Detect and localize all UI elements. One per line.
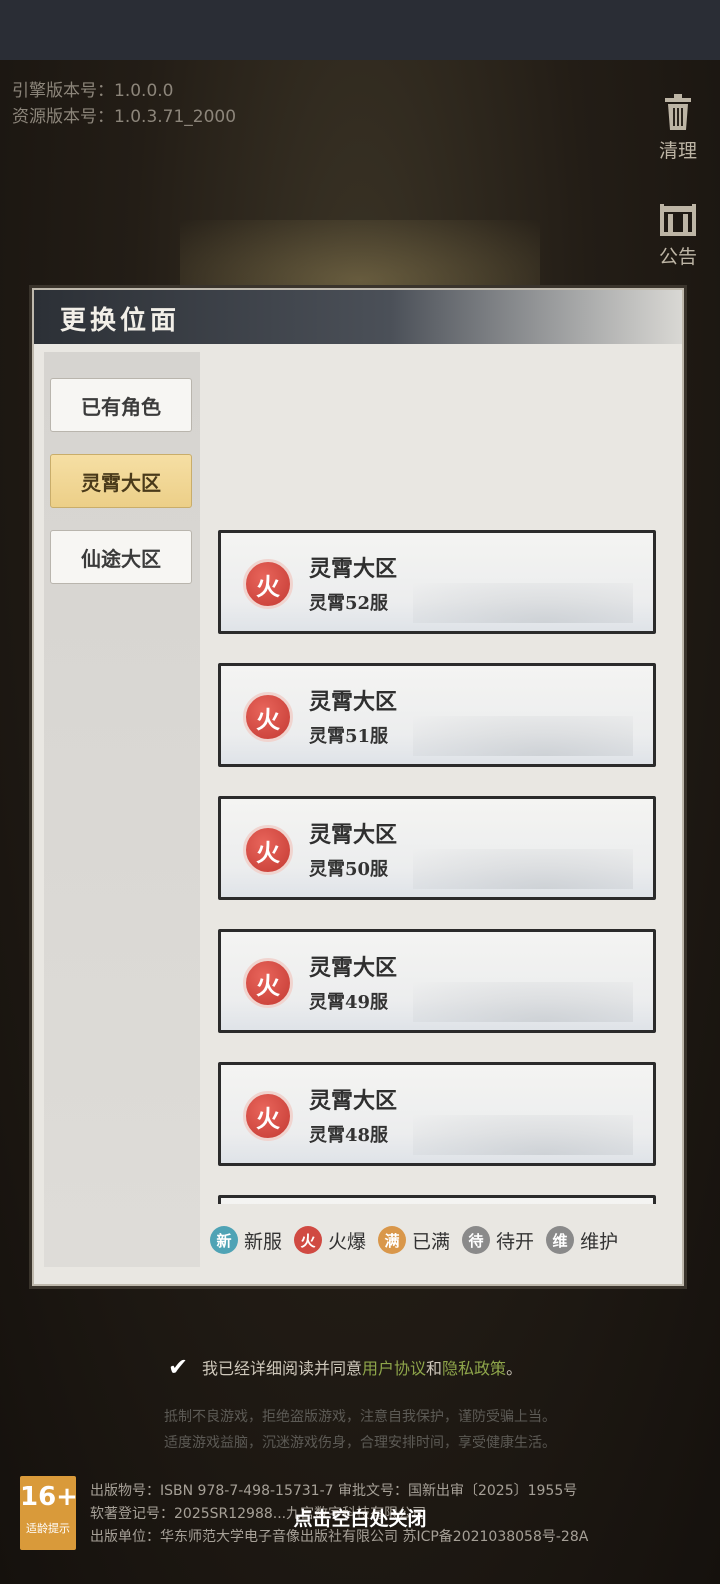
close-hint[interactable]: 点击空白处关闭 [0,1504,720,1531]
tab-existing-roles[interactable]: 已有角色 [50,378,192,432]
privacy-policy-link[interactable]: 隐私政策 [442,1359,506,1378]
top-bar [0,0,720,60]
mountain-decoration [413,849,633,889]
mountain-decoration [413,583,633,623]
user-agreement-link[interactable]: 用户协议 [362,1359,426,1378]
legend-label: 已满 [412,1230,451,1253]
legend-label: 新服 [244,1230,283,1253]
health-notice-line: 适度游戏益脑，沉迷游戏伤身，合理安排时间，享受健康生活。 [164,1435,556,1451]
pending-status-icon: 待 [462,1226,491,1254]
server-list: 火 灵霄大区 灵霄52服 火 灵霄大区 灵霄51服 火 灵霄大区 灵霄50服 火… [218,530,658,1204]
server-card[interactable]: 火 灵霄大区 灵霄48服 [218,1062,656,1166]
tab-lingxiao-region[interactable]: 灵霄大区 [50,454,192,508]
server-name: 灵霄51服 [309,726,389,747]
mountain-decoration [413,1115,633,1155]
hot-status-icon: 火 [243,825,293,875]
legend-label: 维护 [580,1230,619,1253]
clean-button[interactable]: 清理 [648,92,708,163]
server-card[interactable]: 火 灵霄大区 灵霄50服 [218,796,656,900]
server-region: 灵霄大区 [309,1088,398,1114]
new-status-icon: 新 [210,1226,238,1254]
hot-status-icon: 火 [243,692,293,742]
agreement-and: 和 [426,1359,443,1378]
legend-item: 待 待开 [462,1226,534,1254]
legend-label: 火爆 [328,1230,367,1253]
legend-item: 新 新服 [210,1226,282,1254]
server-region: 灵霄大区 [309,955,398,981]
hot-status-icon: 火 [243,1091,293,1141]
legend-item: 火 火爆 [294,1226,366,1254]
maintenance-status-icon: 维 [546,1226,575,1254]
dialog-title: 更换位面 [60,306,181,336]
clean-label: 清理 [658,140,697,162]
hot-status-icon: 火 [243,958,293,1008]
server-name: 灵霄49服 [309,992,389,1013]
server-card[interactable]: 火 灵霄大区 灵霄52服 [218,530,656,634]
server-name: 灵霄48服 [309,1125,389,1146]
agreement-suffix: 。 [506,1359,523,1378]
health-notice-line: 抵制不良游戏，拒绝盗版游戏，注意自我保护，谨防受骗上当。 [164,1409,556,1425]
hot-status-icon: 火 [294,1226,323,1254]
notice-label: 公告 [658,246,697,268]
server-region: 灵霄大区 [309,689,398,715]
publication-line: 出版物号：ISBN 978-7-498-15731-7 审批文号：国新出审〔20… [90,1483,578,1499]
legend-label: 待开 [496,1230,535,1253]
server-card[interactable]: 火 灵霄大区 灵霄51服 [218,663,656,767]
engine-version: 引擎版本号：1.0.0.0 [12,81,174,101]
server-card[interactable]: 火 灵霄大区 灵霄49服 [218,929,656,1033]
trash-icon [665,94,691,130]
legend-item: 维 维护 [546,1226,618,1254]
checkmark-icon[interactable]: ✔ [168,1354,194,1380]
server-select-dialog: 更换位面 已有角色 灵霄大区 仙途大区 火 灵霄大区 灵霄52服 火 灵霄大区 … [32,288,684,1286]
mountain-decoration [413,982,633,1022]
status-legend: 新 新服 火 火爆 满 已满 待 待开 维 维护 [210,1220,670,1260]
agreement-row: ✔ 我已经详细阅读并同意用户协议和隐私政策。 [168,1354,522,1380]
resource-version: 资源版本号：1.0.3.71_2000 [12,107,237,127]
dialog-header: 更换位面 [34,290,682,344]
server-region: 灵霄大区 [309,556,398,582]
server-card-partial[interactable] [218,1195,656,1204]
notice-board-icon [660,204,696,236]
hot-status-icon: 火 [243,559,293,609]
legend-item: 满 已满 [378,1226,450,1254]
server-region: 灵霄大区 [309,822,398,848]
server-name: 灵霄52服 [309,593,389,614]
notice-button[interactable]: 公告 [648,202,708,269]
mountain-decoration [413,716,633,756]
agreement-prefix: 我已经详细阅读并同意 [202,1359,363,1378]
full-status-icon: 满 [378,1226,407,1254]
server-name: 灵霄50服 [309,859,389,880]
tab-xiantu-region[interactable]: 仙途大区 [50,530,192,584]
